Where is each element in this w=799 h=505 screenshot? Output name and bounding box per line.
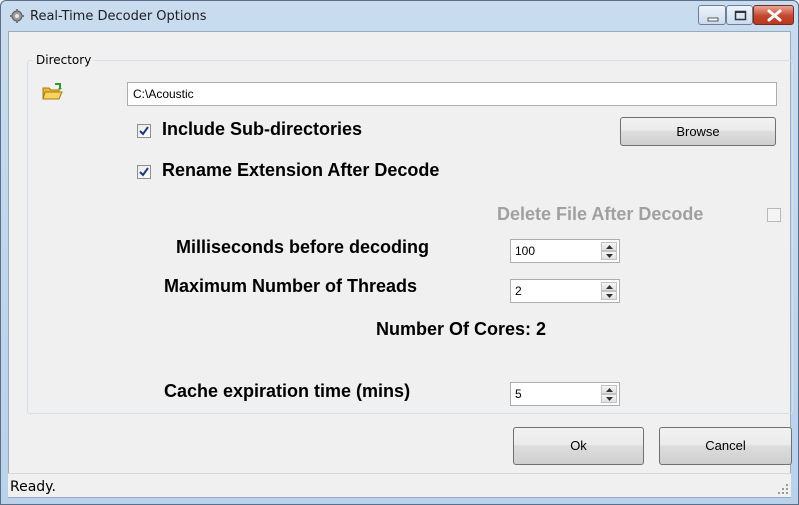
resize-grip-icon[interactable] xyxy=(777,483,789,495)
milliseconds-spinner[interactable]: 100 xyxy=(510,239,620,263)
threads-value[interactable]: 2 xyxy=(515,284,522,298)
delete-file-label: Delete File After Decode xyxy=(497,204,704,224)
cancel-button[interactable]: Cancel xyxy=(659,427,792,465)
open-folder-icon[interactable] xyxy=(41,82,63,102)
close-icon xyxy=(767,9,782,22)
spin-down-button[interactable] xyxy=(601,251,617,260)
spin-up-button[interactable] xyxy=(601,242,617,251)
spin-down-button[interactable] xyxy=(601,394,617,403)
spin-up-icon xyxy=(606,245,613,249)
rename-extension-checkbox[interactable] xyxy=(137,165,151,179)
browse-button[interactable]: Browse xyxy=(620,117,776,146)
minimize-icon xyxy=(707,17,719,22)
spin-down-button[interactable] xyxy=(601,291,617,300)
status-text: Ready. xyxy=(10,479,56,495)
spin-up-icon xyxy=(606,285,613,289)
close-button[interactable] xyxy=(753,5,794,25)
threads-spinner[interactable]: 2 xyxy=(510,279,620,303)
cache-spinner[interactable]: 5 xyxy=(510,382,620,406)
title-bar[interactable]: Real-Time Decoder Options xyxy=(1,1,798,31)
spin-down-icon xyxy=(606,397,613,401)
milliseconds-value[interactable]: 100 xyxy=(515,244,535,258)
window-title: Real-Time Decoder Options xyxy=(30,9,207,24)
spin-down-icon xyxy=(606,294,613,298)
spin-up-button[interactable] xyxy=(601,385,617,394)
include-subdirectories-label[interactable]: Include Sub-directories xyxy=(162,119,362,140)
cores-value: 2 xyxy=(536,319,547,339)
ok-button[interactable]: Ok xyxy=(513,427,644,465)
spin-up-icon xyxy=(606,388,613,392)
maximize-icon xyxy=(734,10,747,21)
cache-value[interactable]: 5 xyxy=(515,387,522,401)
cache-label: Cache expiration time (mins) xyxy=(164,381,411,401)
status-bar: Ready. xyxy=(8,473,791,497)
number-of-cores: Number Of Cores: 2 xyxy=(376,319,546,340)
delete-file-checkbox xyxy=(767,208,781,222)
checkmark-icon xyxy=(139,167,149,177)
minimize-button[interactable] xyxy=(698,5,726,25)
spin-up-button[interactable] xyxy=(601,282,617,291)
include-subdirectories-checkbox[interactable] xyxy=(137,124,151,138)
threads-label: Maximum Number of Threads xyxy=(164,276,418,296)
rename-extension-label[interactable]: Rename Extension After Decode xyxy=(162,160,439,181)
directory-path-input[interactable]: C:\Acoustic xyxy=(127,82,777,106)
cores-label: Number Of Cores: xyxy=(376,319,532,339)
gear-icon xyxy=(10,9,24,23)
spin-down-icon xyxy=(606,254,613,258)
directory-group-label: Directory xyxy=(33,53,95,67)
maximize-button[interactable] xyxy=(726,5,753,25)
checkmark-icon xyxy=(139,126,149,136)
milliseconds-label: Milliseconds before decoding xyxy=(176,237,430,257)
